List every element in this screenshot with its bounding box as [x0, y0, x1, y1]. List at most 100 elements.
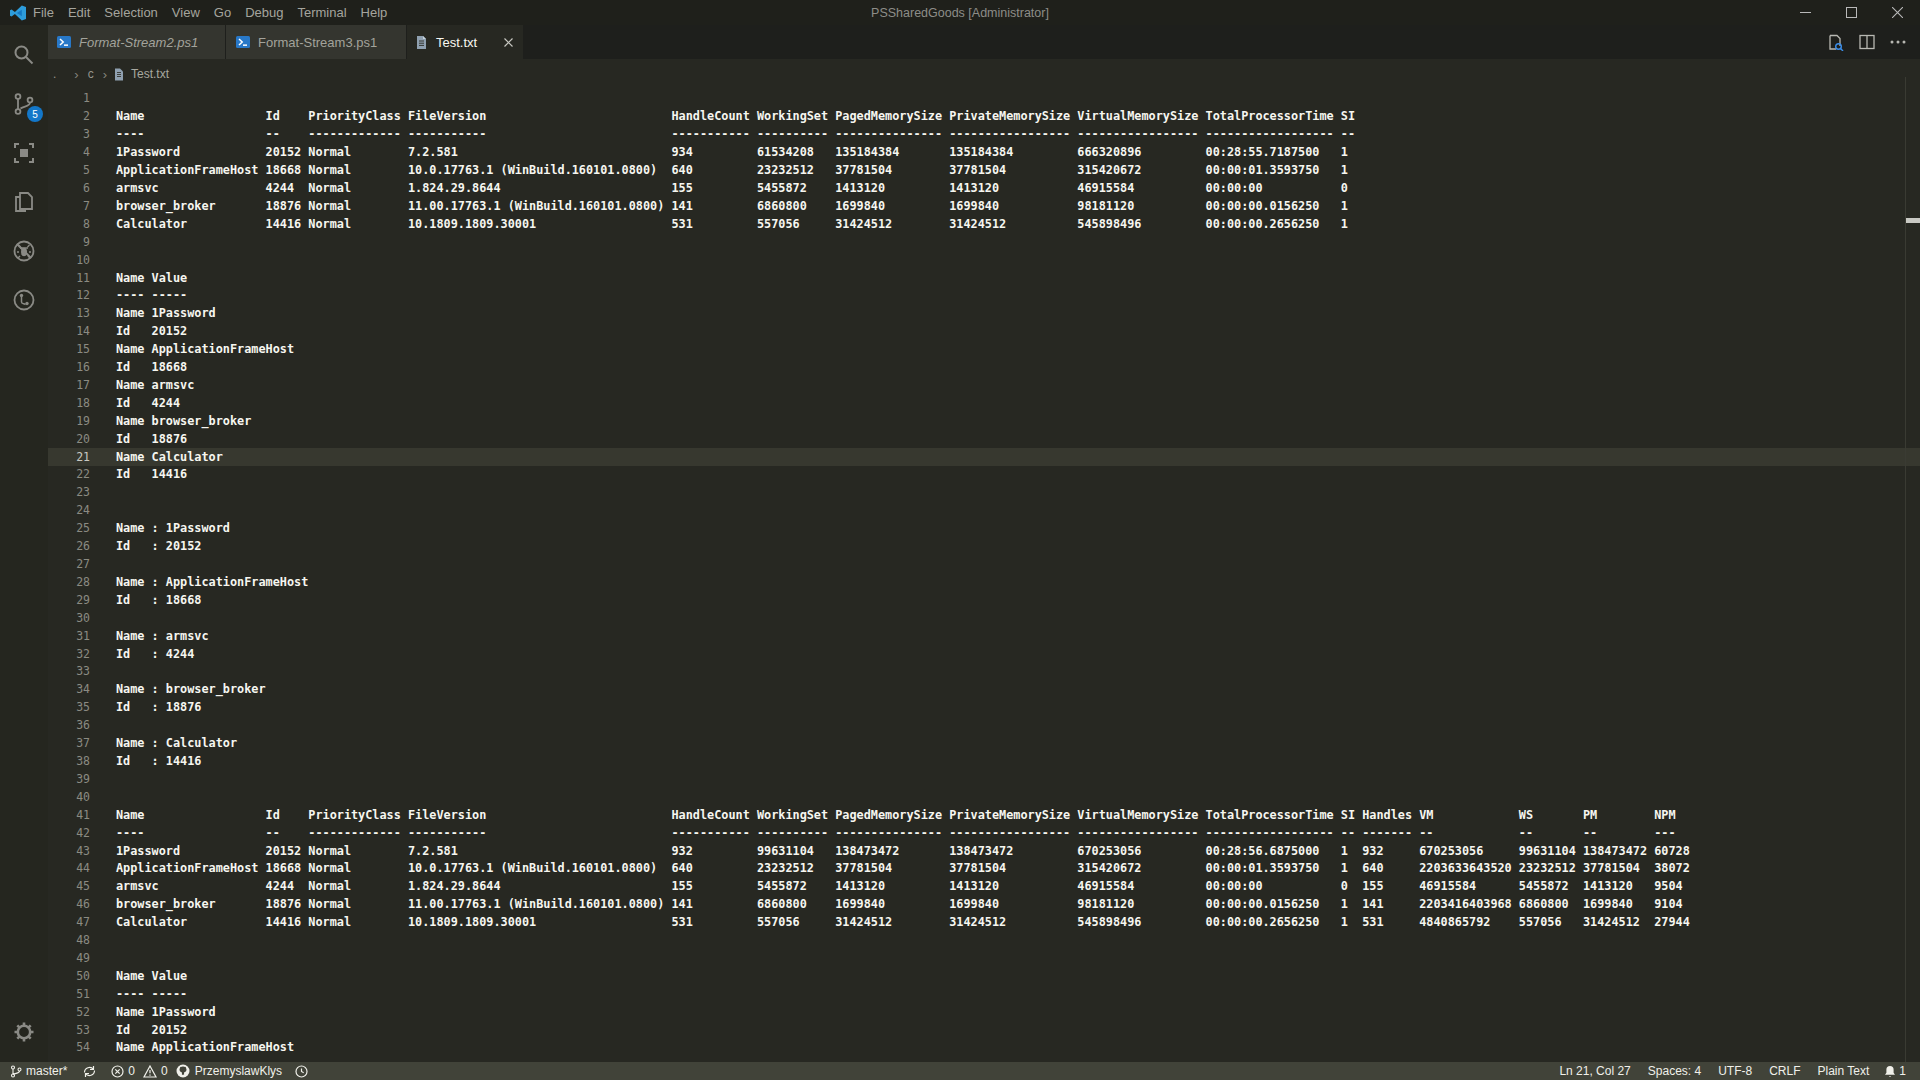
editor-line: 25Name : 1Password: [48, 519, 1920, 537]
tab-test-txt[interactable]: Test.txt: [407, 25, 523, 59]
editor-line: 9: [48, 233, 1920, 251]
editor-content[interactable]: 12Name Id PriorityClass FileVersion Hand…: [48, 89, 1920, 1062]
editor-line: 12---- -----: [48, 286, 1920, 304]
line-number: 45: [48, 879, 90, 893]
editor-line: 5ApplicationFrameHost 18668 Normal 10.0.…: [48, 161, 1920, 179]
disable-debug-icon[interactable]: [11, 238, 37, 264]
more-actions-icon[interactable]: [1890, 39, 1906, 45]
line-text: ---- -----: [116, 288, 187, 302]
split-editor-icon[interactable]: [1859, 34, 1875, 50]
line-number: 6: [48, 181, 90, 195]
breadcrumb-item-file[interactable]: Test.txt: [131, 67, 169, 81]
menu-view[interactable]: View: [165, 0, 207, 25]
line-text: 1Password 20152 Normal 7.2.581 934 61534…: [116, 145, 1348, 159]
line-number: 20: [48, 432, 90, 446]
line-number: 43: [48, 844, 90, 858]
line-number: 7: [48, 199, 90, 213]
line-text: ---- -- ------------- ----------- ------…: [116, 127, 1355, 141]
close-button[interactable]: [1874, 0, 1920, 25]
line-text: armsvc 4244 Normal 1.824.29.8644 155 545…: [116, 879, 1683, 893]
sync-icon[interactable]: [83, 1065, 96, 1078]
line-number: 23: [48, 485, 90, 499]
language-mode[interactable]: Plain Text: [1818, 1064, 1870, 1078]
editor-line: 45 armsvc 4244 Normal 1.824.29.8644 155 5…: [48, 877, 1920, 895]
breadcrumb-item-c[interactable]: c: [88, 67, 94, 81]
branch-icon: [10, 1065, 22, 1078]
powershell-file-icon: [235, 34, 251, 50]
line-number: 4: [48, 145, 90, 159]
tab-format-stream2[interactable]: Format-Stream2.ps1: [48, 25, 225, 59]
editor-line: 4 1Password 20152 Normal 7.2.581 934 6153…: [48, 143, 1920, 161]
editor-line: 42---- -- ------------- ----------- ----…: [48, 824, 1920, 842]
settings-gear-icon[interactable]: [11, 1019, 37, 1045]
eol-sequence[interactable]: CRLF: [1769, 1064, 1800, 1078]
errors-item[interactable]: 0: [111, 1064, 135, 1078]
line-number: 15: [48, 342, 90, 356]
line-text: armsvc 4244 Normal 1.824.29.8644 155 545…: [116, 181, 1348, 195]
editor-line: 44ApplicationFrameHost 18668 Normal 10.0…: [48, 859, 1920, 877]
source-control-icon[interactable]: 5: [11, 91, 37, 117]
line-text: Name Id PriorityClass FileVersion Handle…: [116, 808, 1676, 822]
editor-line: 22Id 14416: [48, 466, 1920, 484]
clock-icon[interactable]: [295, 1065, 308, 1078]
maximize-button[interactable]: [1828, 0, 1874, 25]
line-number: 11: [48, 271, 90, 285]
line-number: 41: [48, 808, 90, 822]
line-text: Id 14416: [116, 467, 187, 481]
line-number: 49: [48, 951, 90, 965]
line-number: 50: [48, 969, 90, 983]
editor-line: 41 Name Id PriorityClass FileVersion Hand…: [48, 806, 1920, 824]
editor-line: 1: [48, 90, 1920, 108]
editor-line: 47Calculator 14416 Normal 10.1809.1809.3…: [48, 913, 1920, 931]
line-number: 19: [48, 414, 90, 428]
notifications-item[interactable]: 1: [1884, 1064, 1906, 1078]
search-icon[interactable]: [11, 42, 37, 68]
line-text: Id : 18876: [116, 700, 201, 714]
line-text: Calculator 14416 Normal 10.1809.1809.300…: [116, 217, 1348, 231]
overview-ruler-border: [1905, 77, 1906, 1062]
line-number: 35: [48, 700, 90, 714]
editor-line: 36: [48, 716, 1920, 734]
menu-debug[interactable]: Debug: [238, 0, 290, 25]
minimize-button[interactable]: [1782, 0, 1828, 25]
line-text: Id 18668: [116, 360, 187, 374]
pages-icon[interactable]: [11, 189, 37, 215]
warnings-item[interactable]: 0: [143, 1064, 168, 1078]
menu-help[interactable]: Help: [354, 0, 395, 25]
menu-terminal[interactable]: Terminal: [290, 0, 353, 25]
editor-line: 16Id 18668: [48, 358, 1920, 376]
editor-line: 6 armsvc 4244 Normal 1.824.29.8644 155 54…: [48, 179, 1920, 197]
close-tab-icon[interactable]: [504, 38, 513, 47]
encoding[interactable]: UTF-8: [1718, 1064, 1752, 1078]
overview-ruler-marker: [1906, 218, 1920, 223]
editor-line: 11 Name Value: [48, 269, 1920, 287]
line-number: 42: [48, 826, 90, 840]
editor-line: 53Id 20152: [48, 1021, 1920, 1039]
line-text: Name : browser_broker: [116, 682, 266, 696]
activity-bar: 5: [0, 25, 48, 1062]
editor-layout-icon[interactable]: [11, 140, 37, 166]
line-text: Name Id PriorityClass FileVersion Handle…: [116, 109, 1355, 123]
tab-format-stream3[interactable]: Format-Stream3.ps1: [226, 25, 406, 59]
git-branch-item[interactable]: master*: [10, 1064, 67, 1078]
editor-line: 7browser_broker 18876 Normal 11.00.17763…: [48, 197, 1920, 215]
line-text: Name : armsvc: [116, 629, 209, 643]
github-icon: [176, 1064, 190, 1078]
indentation[interactable]: Spaces: 4: [1648, 1064, 1701, 1078]
editor-line: 33: [48, 663, 1920, 681]
menu-file[interactable]: File: [26, 0, 61, 25]
line-text: Name Value: [116, 271, 187, 285]
menu-go[interactable]: Go: [207, 0, 238, 25]
editor-line: 18Id 4244: [48, 394, 1920, 412]
powershell-file-icon: [56, 34, 72, 50]
menu-selection[interactable]: Selection: [97, 0, 164, 25]
line-number: 1: [48, 91, 90, 105]
menu-edit[interactable]: Edit: [61, 0, 97, 25]
line-number: 48: [48, 933, 90, 947]
editor-line: 21Name Calculator: [48, 448, 1920, 466]
breadcrumb-item-dot[interactable]: .: [53, 67, 56, 81]
cursor-position[interactable]: Ln 21, Col 27: [1559, 1064, 1630, 1078]
git-graph-icon[interactable]: [11, 287, 37, 313]
account-item[interactable]: PrzemyslawKlys: [176, 1064, 282, 1078]
open-changes-icon[interactable]: [1827, 34, 1844, 51]
